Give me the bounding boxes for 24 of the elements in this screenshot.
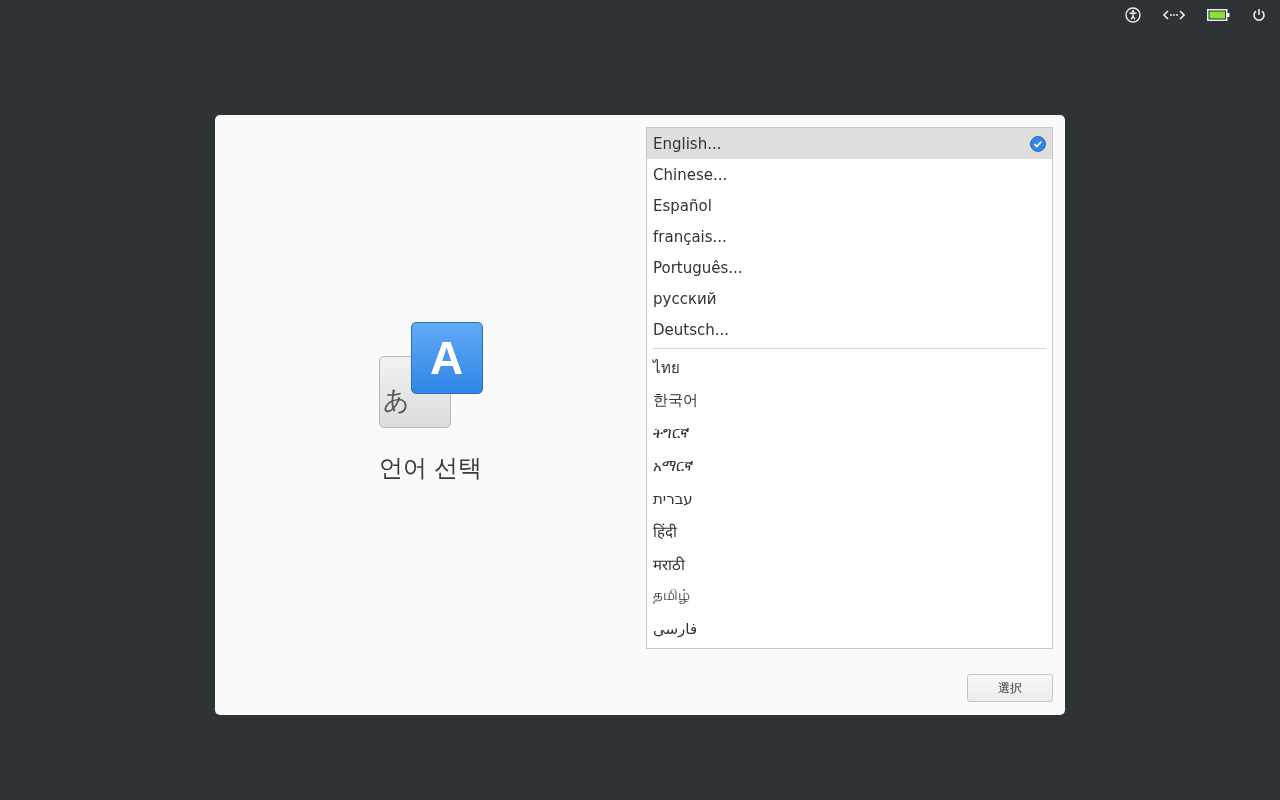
- power-icon[interactable]: [1252, 8, 1266, 22]
- language-item[interactable]: English...: [647, 128, 1052, 159]
- language-item[interactable]: Español: [647, 190, 1052, 221]
- language-item[interactable]: Chinese...: [647, 159, 1052, 190]
- language-item[interactable]: עברית: [647, 482, 1052, 515]
- language-item[interactable]: ไทย: [647, 352, 1052, 385]
- language-item[interactable]: தமிழ்: [647, 580, 1052, 613]
- dialog-title: 언어 선택: [378, 453, 483, 484]
- accessibility-icon[interactable]: [1125, 7, 1141, 23]
- language-item[interactable]: Deutsch...: [647, 314, 1052, 345]
- battery-icon[interactable]: [1207, 9, 1230, 21]
- language-item[interactable]: Português...: [647, 252, 1052, 283]
- select-button[interactable]: 選択: [967, 674, 1053, 702]
- language-item[interactable]: हिंदी: [647, 514, 1052, 548]
- language-item[interactable]: ትግርኛ: [647, 417, 1052, 450]
- language-item[interactable]: français...: [647, 221, 1052, 252]
- language-item[interactable]: فارسی: [647, 612, 1052, 646]
- language-item[interactable]: 한국어: [647, 384, 1052, 418]
- network-icon[interactable]: [1163, 9, 1185, 21]
- language-item[interactable]: አማርኛ: [647, 449, 1052, 483]
- check-icon: [1030, 135, 1046, 152]
- language-item[interactable]: русский: [647, 283, 1052, 314]
- language-item[interactable]: मराठी: [647, 547, 1052, 581]
- letter-tile-icon: A: [410, 322, 483, 394]
